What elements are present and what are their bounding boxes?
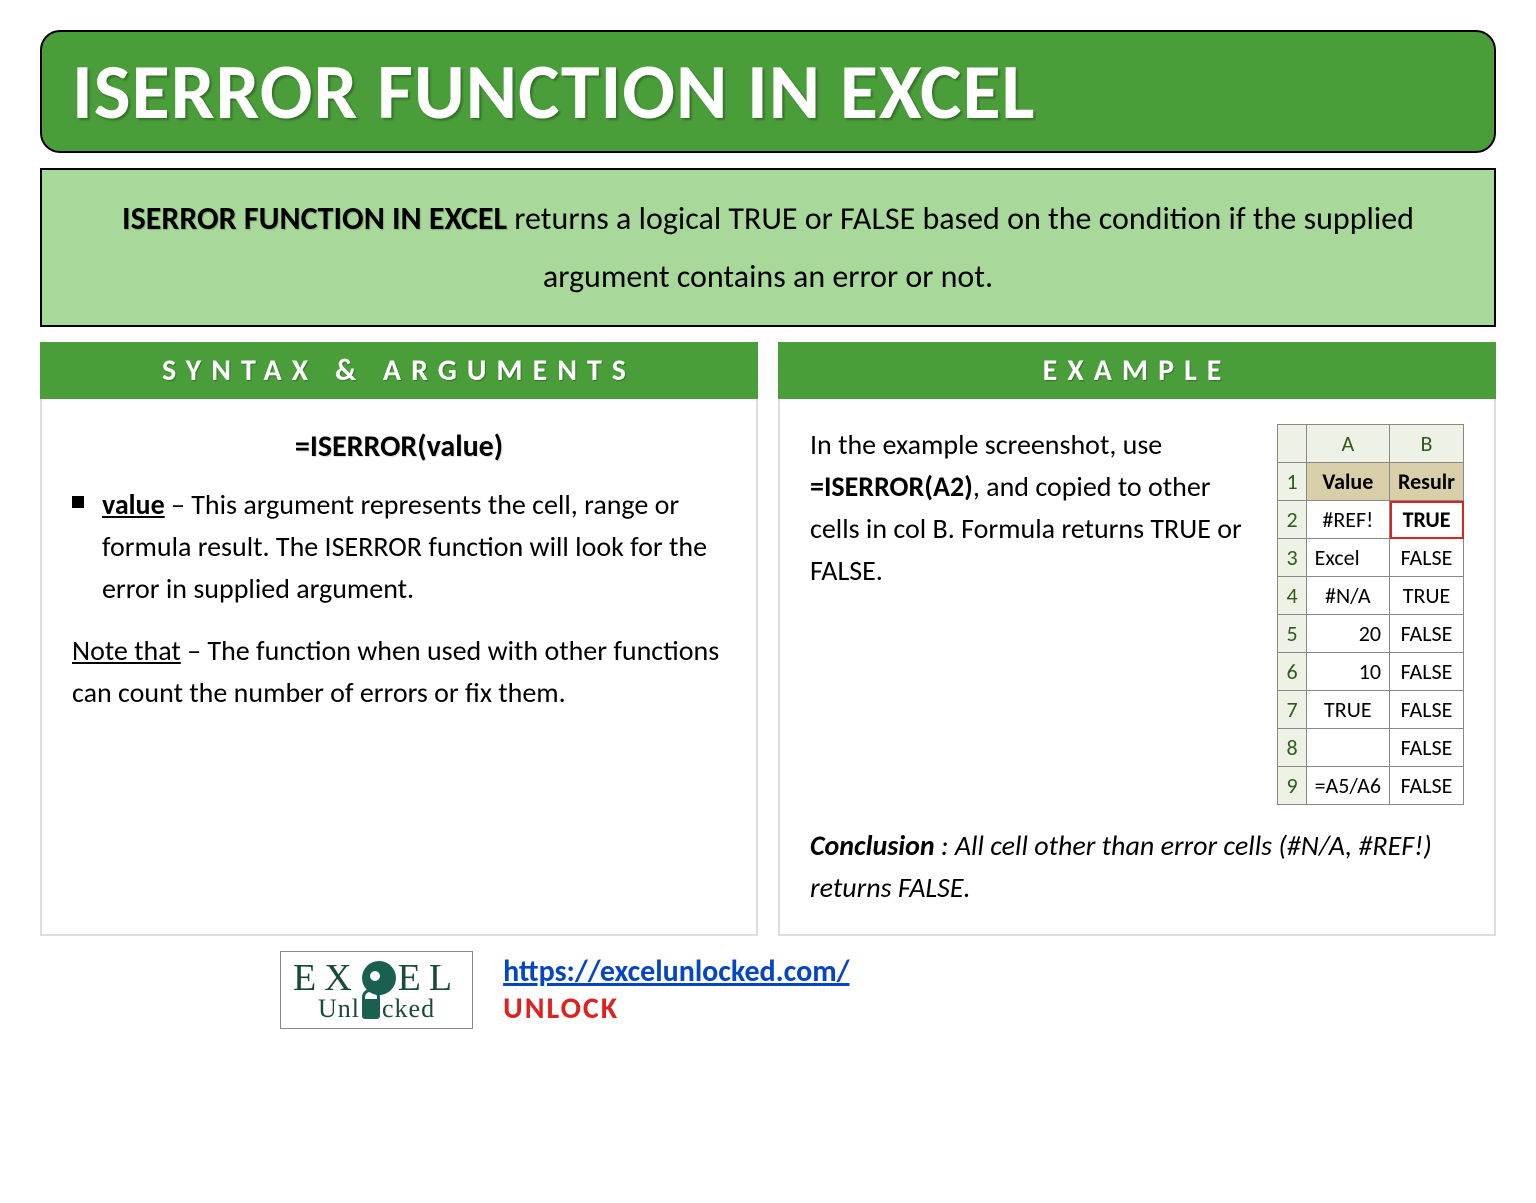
example-column: EXAMPLE In the example screenshot, use =… — [778, 342, 1496, 936]
cell-value: Excel — [1306, 539, 1389, 577]
argument-text: value – This argument represents the cel… — [102, 484, 726, 610]
argument-name: value — [102, 487, 165, 522]
head-value: Value — [1306, 463, 1389, 501]
table-corner — [1278, 425, 1306, 463]
cell-result: FALSE — [1390, 653, 1464, 691]
table-colhead-row: A B — [1278, 425, 1464, 463]
table-row: 8 FALSE — [1278, 729, 1464, 767]
table-row: 2#REF!TRUE — [1278, 501, 1464, 539]
cell-result: FALSE — [1390, 539, 1464, 577]
table-row: 9=A5/A6FALSE — [1278, 767, 1464, 805]
row-num: 7 — [1278, 691, 1306, 729]
cell-value: 20 — [1306, 615, 1389, 653]
syntax-column: SYNTAX & ARGUMENTS =ISERROR(value) value… — [40, 342, 758, 936]
example-table: A B 1 Value Resulr 2#REF!TRUE3ExcelFALSE… — [1277, 424, 1464, 805]
syntax-formula: =ISERROR(value) — [72, 424, 726, 469]
row-num: 6 — [1278, 653, 1306, 691]
syntax-note: Note that – The function when used with … — [72, 630, 726, 714]
table-row: 7TRUEFALSE — [1278, 691, 1464, 729]
cell-result: FALSE — [1390, 767, 1464, 805]
example-pre: In the example screenshot, use — [810, 427, 1162, 462]
description-box: ISERROR FUNCTION IN EXCEL returns a logi… — [40, 168, 1496, 327]
table-header-row: 1 Value Resulr — [1278, 463, 1464, 501]
table-row: 3ExcelFALSE — [1278, 539, 1464, 577]
logo-bottom: Unlcked — [318, 994, 435, 1024]
example-conclusion: Conclusion : All cell other than error c… — [810, 825, 1464, 909]
footer-unlock: UNLOCK — [503, 990, 619, 1027]
description-text: returns a logical TRUE or FALSE based on… — [514, 199, 1414, 296]
page-title: ISERROR FUNCTION IN EXCEL — [72, 44, 1464, 139]
head-result: Resulr — [1390, 463, 1464, 501]
logo: EXEL Unlcked — [280, 951, 473, 1029]
footer: EXEL Unlcked https://excelunlocked.com/ … — [40, 951, 1496, 1029]
cell-result: TRUE — [1390, 501, 1464, 539]
cell-value: #REF! — [1306, 501, 1389, 539]
example-flex: In the example screenshot, use =ISERROR(… — [810, 424, 1464, 805]
example-text: In the example screenshot, use =ISERROR(… — [810, 424, 1257, 805]
row-num: 4 — [1278, 577, 1306, 615]
cell-result: TRUE — [1390, 577, 1464, 615]
bullet-icon — [72, 496, 84, 508]
cell-result: FALSE — [1390, 729, 1464, 767]
note-label: Note that — [72, 633, 181, 668]
table-row: 4#N/ATRUE — [1278, 577, 1464, 615]
row-1: 1 — [1278, 463, 1306, 501]
syntax-header: SYNTAX & ARGUMENTS — [40, 342, 758, 399]
syntax-body: =ISERROR(value) value – This argument re… — [40, 399, 758, 936]
cell-value: 10 — [1306, 653, 1389, 691]
row-num: 3 — [1278, 539, 1306, 577]
cell-value: =A5/A6 — [1306, 767, 1389, 805]
lock-icon — [362, 999, 380, 1019]
example-formula: =ISERROR(A2) — [810, 469, 973, 504]
col-a: A — [1306, 425, 1389, 463]
cell-result: FALSE — [1390, 615, 1464, 653]
cell-value: #N/A — [1306, 577, 1389, 615]
table-row: 610FALSE — [1278, 653, 1464, 691]
cell-value — [1306, 729, 1389, 767]
argument-desc: – This argument represents the cell, ran… — [102, 487, 707, 606]
footer-text: https://excelunlocked.com/ UNLOCK — [503, 953, 849, 1027]
argument-bullet: value – This argument represents the cel… — [72, 484, 726, 610]
row-num: 8 — [1278, 729, 1306, 767]
table-row: 520FALSE — [1278, 615, 1464, 653]
columns: SYNTAX & ARGUMENTS =ISERROR(value) value… — [40, 342, 1496, 936]
cell-value: TRUE — [1306, 691, 1389, 729]
description-strong: ISERROR FUNCTION IN EXCEL — [122, 199, 507, 238]
example-body: In the example screenshot, use =ISERROR(… — [778, 399, 1496, 936]
footer-url[interactable]: https://excelunlocked.com/ — [503, 953, 849, 990]
row-num: 9 — [1278, 767, 1306, 805]
row-num: 2 — [1278, 501, 1306, 539]
title-bar: ISERROR FUNCTION IN EXCEL — [40, 30, 1496, 153]
example-header: EXAMPLE — [778, 342, 1496, 399]
col-b: B — [1390, 425, 1464, 463]
cell-result: FALSE — [1390, 691, 1464, 729]
conclusion-label: Conclusion — [810, 828, 935, 863]
logo-bottom-pre: Unl — [318, 994, 360, 1024]
row-num: 5 — [1278, 615, 1306, 653]
logo-bottom-post: cked — [382, 994, 435, 1024]
